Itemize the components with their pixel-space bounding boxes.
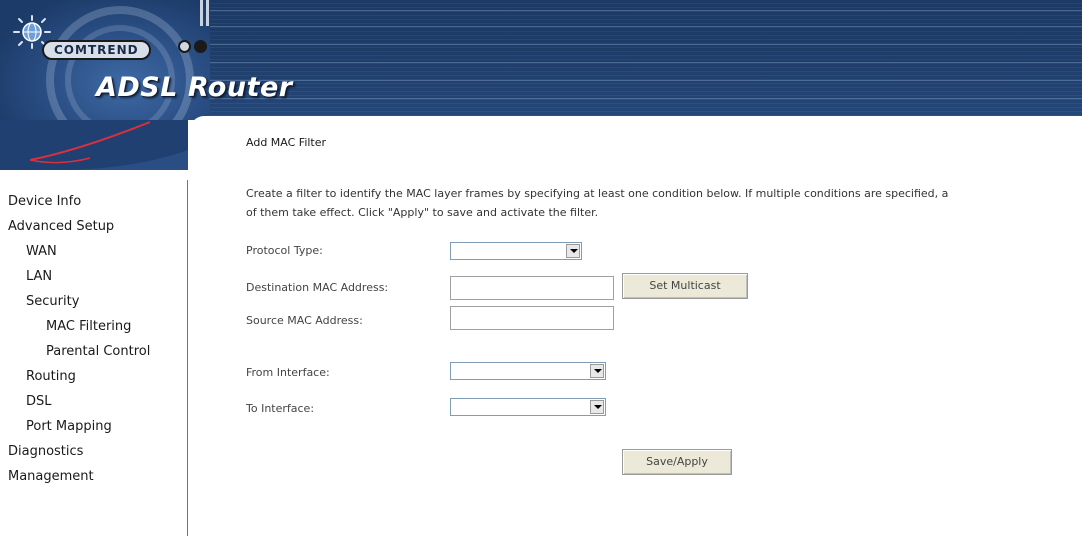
from-interface-select[interactable] <box>450 362 606 380</box>
sidebar-swoosh-graphic <box>0 120 188 180</box>
sidebar-item-wan[interactable]: WAN <box>8 239 150 264</box>
protocol-type-label: Protocol Type: <box>246 244 323 257</box>
source-mac-label: Source MAC Address: <box>246 314 363 327</box>
description-line-2: of them take effect. Click "Apply" to sa… <box>246 206 599 219</box>
from-interface-label: From Interface: <box>246 366 330 379</box>
sidebar-nav: Device Info Advanced Setup WAN LAN Secur… <box>8 189 150 489</box>
description-line-1: Create a filter to identify the MAC laye… <box>246 187 949 200</box>
sidebar-item-diagnostics[interactable]: Diagnostics <box>8 439 150 464</box>
sidebar-item-parental-control[interactable]: Parental Control <box>8 339 150 364</box>
sidebar-item-advanced-setup[interactable]: Advanced Setup <box>8 214 150 239</box>
sidebar-item-routing[interactable]: Routing <box>8 364 150 389</box>
to-interface-select[interactable] <box>450 398 606 416</box>
sidebar-item-lan[interactable]: LAN <box>8 264 150 289</box>
sidebar-item-security[interactable]: Security <box>8 289 150 314</box>
chevron-down-icon <box>590 400 604 414</box>
set-multicast-button[interactable]: Set Multicast <box>622 273 748 299</box>
source-mac-input[interactable] <box>450 306 614 330</box>
chevron-down-icon <box>566 244 580 258</box>
brand-logo: COMTREND <box>42 40 151 60</box>
chevron-down-icon <box>590 364 604 378</box>
product-title: ADSL Router <box>96 72 293 103</box>
page-title: Add MAC Filter <box>246 136 327 149</box>
dest-mac-label: Destination MAC Address: <box>246 281 389 294</box>
save-apply-button[interactable]: Save/Apply <box>622 449 732 475</box>
sidebar-item-mac-filtering[interactable]: MAC Filtering <box>8 314 150 339</box>
sidebar-item-port-mapping[interactable]: Port Mapping <box>8 414 150 439</box>
to-interface-label: To Interface: <box>246 402 315 415</box>
sidebar-item-dsl[interactable]: DSL <box>8 389 150 414</box>
page-description: Create a filter to identify the MAC laye… <box>246 184 1082 222</box>
sidebar-item-management[interactable]: Management <box>8 464 150 489</box>
sidebar-item-device-info[interactable]: Device Info <box>8 189 150 214</box>
dest-mac-input[interactable] <box>450 276 614 300</box>
brand-dots <box>178 40 207 53</box>
protocol-type-select[interactable] <box>450 242 582 260</box>
header-banner: COMTREND ADSL Router <box>0 0 1082 120</box>
